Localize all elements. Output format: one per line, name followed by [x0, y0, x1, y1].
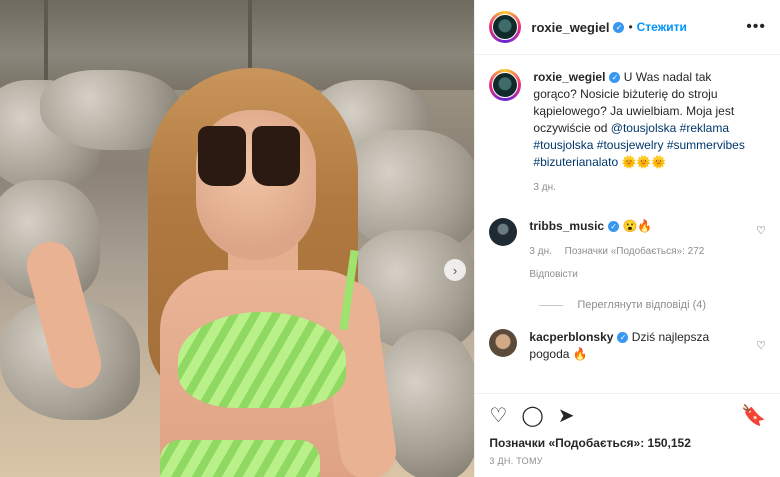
comment-likes[interactable]: Позначки «Подобається»: 272	[565, 246, 705, 257]
post-time[interactable]: 3 ДН. ТОМУ	[475, 450, 780, 472]
caption-username[interactable]: roxie_wegiel	[533, 70, 605, 84]
instagram-post-modal: › roxie_wegiel ✓ • Стежити ••• roxie_weg…	[0, 0, 780, 477]
commenter-avatar[interactable]	[489, 218, 518, 246]
hashtag-link[interactable]: #tousjewelry	[597, 138, 664, 152]
verified-badge-icon: ✓	[613, 21, 625, 33]
next-photo-button[interactable]: ›	[444, 259, 466, 281]
post-side-panel: roxie_wegiel ✓ • Стежити ••• roxie_wegie…	[474, 0, 780, 477]
share-icon[interactable]: ➤	[558, 403, 575, 428]
replies-line	[539, 304, 564, 306]
like-comment-icon[interactable]: ♡	[756, 224, 766, 237]
hashtag-link[interactable]: #reklama	[680, 121, 729, 135]
bikini-bottom	[160, 440, 320, 477]
heart-icon[interactable]: ♡	[489, 403, 507, 428]
reply-button[interactable]: Відповісти	[529, 269, 577, 280]
post-photo[interactable]: ›	[0, 0, 475, 477]
post-actions: ♡ ◯ ➤ 🔖 Позначки «Подобається»: 150,152 …	[475, 393, 780, 472]
mention-link[interactable]: @tousjolska	[611, 121, 677, 135]
separator-dot: •	[628, 20, 633, 34]
comment-time[interactable]: 3 дн.	[529, 246, 551, 257]
comment-username[interactable]: kacperblonsky	[529, 330, 613, 344]
hashtag-link[interactable]: #summervibes	[667, 138, 745, 152]
caption-avatar[interactable]	[489, 69, 522, 101]
hashtag-link[interactable]: #bizuterianalato	[533, 155, 618, 169]
view-replies-label: Переглянути відповіді (4)	[577, 299, 707, 311]
chevron-right-icon: ›	[452, 262, 458, 278]
post-header: roxie_wegiel ✓ • Стежити •••	[475, 0, 780, 55]
comment-text: 😮🔥	[622, 219, 653, 233]
verified-badge-icon: ✓	[617, 332, 629, 344]
view-replies-button[interactable]: Переглянути відповіді (4)	[475, 299, 780, 311]
bookmark-icon[interactable]: 🔖	[741, 403, 766, 428]
author-avatar[interactable]	[489, 11, 522, 43]
comment-icon[interactable]: ◯	[521, 403, 543, 428]
author-username[interactable]: roxie_wegiel	[531, 20, 609, 35]
verified-badge-icon: ✓	[608, 221, 620, 233]
comment-username[interactable]: tribbs_music	[529, 219, 604, 233]
verified-badge-icon: ✓	[609, 72, 621, 84]
comment-item: kacperblonsky ✓ Dziś najlepsza pogoda 🔥 ♡	[475, 311, 780, 363]
bikini-top	[178, 312, 346, 408]
caption-time[interactable]: 3 дн.	[533, 182, 555, 193]
like-comment-icon[interactable]: ♡	[756, 339, 766, 352]
commenter-avatar[interactable]	[489, 329, 518, 357]
comments-list: roxie_wegiel ✓ U Was nadal tak gorąco? No…	[475, 55, 780, 392]
caption: roxie_wegiel ✓ U Was nadal tak gorąco? No…	[475, 55, 780, 196]
follow-button[interactable]: Стежити	[637, 20, 687, 34]
sunglasses	[198, 126, 302, 190]
comment-item: tribbs_music ✓ 😮🔥 3 дн. Позначки «Подобає…	[475, 196, 780, 283]
post-likes[interactable]: Позначки «Подобається»: 150,152	[475, 436, 780, 450]
hashtag-link[interactable]: #tousjolska	[533, 138, 593, 152]
caption-emoji: 🌞🌞🌞	[621, 155, 667, 169]
more-options-icon[interactable]: •••	[746, 18, 766, 36]
